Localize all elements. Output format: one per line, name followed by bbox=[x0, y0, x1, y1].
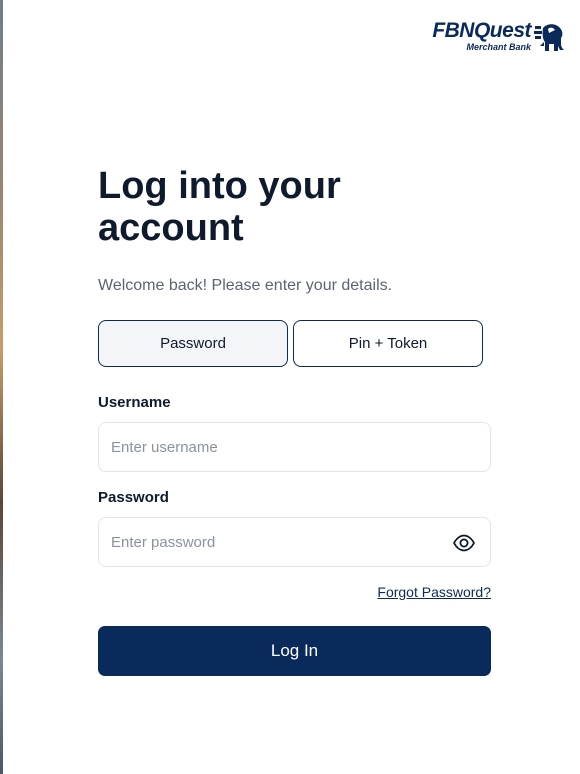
elephant-emblem-icon bbox=[534, 24, 564, 51]
page-subtitle: Welcome back! Please enter your details. bbox=[98, 277, 393, 294]
background-image-strip bbox=[0, 0, 3, 774]
username-field-wrapper bbox=[98, 422, 491, 472]
password-field-wrapper bbox=[98, 517, 491, 567]
brand-logo: FBNQuest Merchant Bank bbox=[432, 20, 564, 54]
login-form-container: Log into your account Welcome back! Plea… bbox=[98, 165, 491, 676]
brand-logo-text: FBNQuest Merchant Bank bbox=[432, 19, 531, 53]
username-input[interactable] bbox=[99, 423, 490, 471]
login-page: FBNQuest Merchant Bank Log into your acc… bbox=[0, 0, 580, 774]
brand-subname: Merchant Bank bbox=[466, 42, 531, 52]
password-label: Password bbox=[98, 489, 169, 506]
brand-name: FBNQuest bbox=[432, 19, 531, 42]
username-label: Username bbox=[98, 394, 171, 411]
password-input[interactable] bbox=[99, 518, 490, 566]
login-method-tabs: Password Pin + Token bbox=[98, 320, 491, 367]
forgot-password-row: Forgot Password? bbox=[98, 584, 491, 600]
tab-password[interactable]: Password bbox=[98, 320, 288, 367]
tab-pin-token[interactable]: Pin + Token bbox=[293, 320, 483, 367]
page-title: Log into your account bbox=[98, 165, 341, 249]
eye-icon[interactable] bbox=[452, 531, 476, 555]
forgot-password-link[interactable]: Forgot Password? bbox=[377, 584, 491, 600]
login-button[interactable]: Log In bbox=[98, 626, 491, 676]
